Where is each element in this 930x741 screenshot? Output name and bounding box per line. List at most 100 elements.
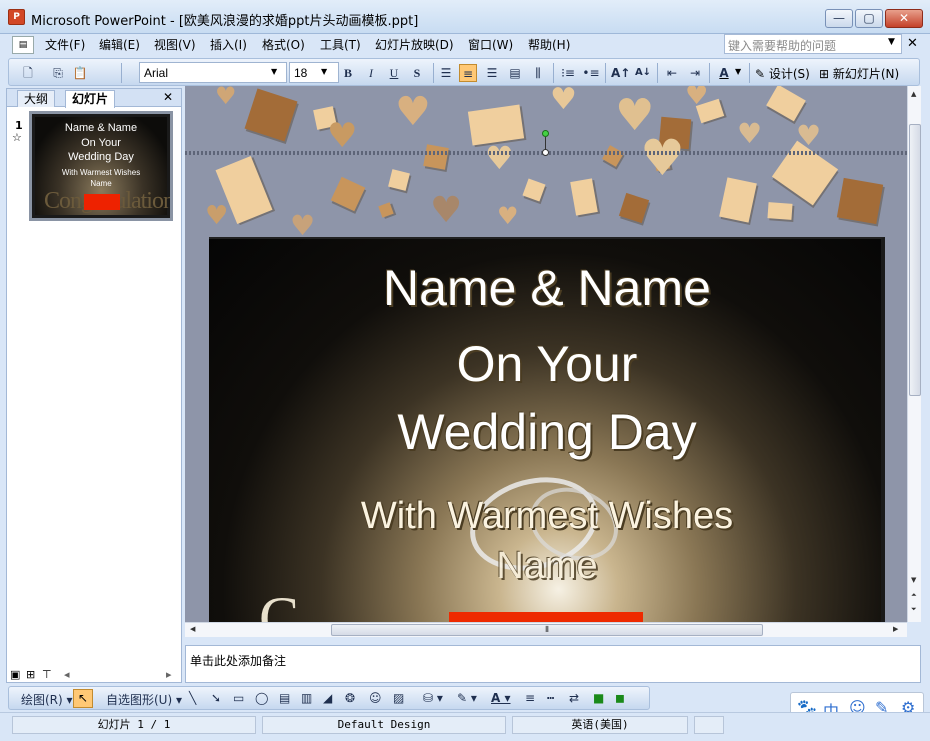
- bullet-list-icon[interactable]: •≡: [582, 64, 600, 82]
- maximize-button[interactable]: ▢: [855, 9, 883, 28]
- tab-outline[interactable]: 大纲: [17, 90, 56, 107]
- chevron-down-icon[interactable]: ▼: [888, 37, 895, 47]
- text-direction-icon[interactable]: ⫼: [529, 64, 547, 82]
- draw-menu-button[interactable]: 绘图(R) ▾: [21, 691, 73, 708]
- chevron-down-icon[interactable]: ▼: [735, 67, 741, 76]
- minimize-button[interactable]: —: [825, 9, 853, 28]
- new-slide-button[interactable]: ⊞ 新幻灯片(N): [819, 65, 899, 82]
- menu-window[interactable]: 窗口(W): [468, 36, 513, 53]
- clipart-icon[interactable]: ☺: [369, 691, 382, 705]
- menu-view[interactable]: 视图(V): [154, 36, 196, 53]
- font-color-icon[interactable]: A: [715, 64, 733, 82]
- document-close-icon[interactable]: ✕: [907, 36, 918, 51]
- help-search-input[interactable]: 键入需要帮助的问题: [724, 34, 902, 54]
- align-center-icon[interactable]: ≡: [459, 64, 477, 82]
- vertical-scroll-thumb[interactable]: [909, 124, 921, 396]
- arrow-icon[interactable]: ➘: [211, 691, 221, 705]
- font-color-icon[interactable]: A ▾: [491, 691, 511, 705]
- decor-heart: ♥: [430, 190, 463, 231]
- slide-sorter-icon[interactable]: ⊞: [26, 668, 35, 681]
- thumb-line: On Your: [81, 137, 121, 149]
- menu-help[interactable]: 帮助(H): [528, 36, 570, 53]
- picture-icon[interactable]: ▨: [393, 691, 404, 705]
- slide-on-your[interactable]: On Your: [209, 335, 885, 393]
- increase-font-icon[interactable]: A↑: [611, 64, 630, 82]
- horizontal-scrollbar[interactable]: ◀ ⦀ ▶: [185, 622, 907, 637]
- slideshow-icon[interactable]: ⊤: [42, 668, 52, 681]
- status-design[interactable]: Default Design: [262, 716, 506, 734]
- slide-wedding-day[interactable]: Wedding Day: [209, 403, 885, 461]
- slide-names-title[interactable]: Name & Name: [209, 259, 885, 317]
- justify-icon[interactable]: ▤: [506, 64, 524, 82]
- status-language[interactable]: 英语(美国): [512, 716, 688, 734]
- vertical-textbox-icon[interactable]: ▥: [301, 691, 312, 705]
- copy-icon[interactable]: ⎘: [49, 64, 67, 82]
- shadow-button[interactable]: S: [408, 64, 426, 82]
- rectangle-icon[interactable]: ▭: [233, 691, 244, 705]
- increase-indent-icon[interactable]: ⇥: [686, 64, 704, 82]
- slide-name[interactable]: Name: [209, 545, 885, 588]
- rotate-handle[interactable]: [542, 130, 549, 137]
- scroll-down-icon[interactable]: ▼: [911, 576, 916, 584]
- doc-icon[interactable]: ▤: [12, 36, 34, 54]
- resize-handle[interactable]: [542, 149, 549, 156]
- arrow-style-icon[interactable]: ⇄: [569, 691, 579, 705]
- slide-editor[interactable]: ♥ ♥ ♥ ♥ ♥ ♥ ♥ ♥ ♥ ♥ ♥ ♥ ♥ ♥ Name & Name …: [185, 86, 907, 622]
- notes-placeholder[interactable]: 单击此处添加备注: [190, 654, 286, 668]
- underline-button[interactable]: U: [385, 64, 403, 82]
- slide-wishes[interactable]: With Warmest Wishes: [209, 495, 885, 538]
- line-style-icon[interactable]: ≡: [525, 691, 535, 705]
- chevron-down-icon[interactable]: ▼: [271, 67, 277, 76]
- menu-format[interactable]: 格式(O): [262, 36, 305, 53]
- textbox-icon[interactable]: ▤: [279, 691, 290, 705]
- select-pointer-icon[interactable]: ↖: [73, 689, 93, 708]
- design-button[interactable]: ✎ 设计(S): [755, 65, 810, 82]
- view-buttons: ▣ ⊞ ⊤ ◂ ▸: [6, 668, 182, 684]
- numbered-list-icon[interactable]: ⁝≡: [559, 64, 577, 82]
- diagram-icon[interactable]: ❂: [345, 691, 355, 705]
- autoshapes-button[interactable]: 自选图形(U) ▾: [106, 691, 182, 708]
- notes-pane[interactable]: 单击此处添加备注: [185, 645, 921, 683]
- scroll-left-icon[interactable]: ◀: [190, 625, 195, 633]
- menu-slideshow[interactable]: 幻灯片放映(D): [375, 36, 454, 53]
- slide-thumbnail[interactable]: Name & Name On Your Wedding Day With War…: [29, 111, 173, 221]
- oval-icon[interactable]: ◯: [255, 691, 268, 705]
- line-color-icon[interactable]: ✎ ▾: [457, 691, 477, 705]
- scroll-left-icon[interactable]: ◂: [64, 668, 70, 681]
- font-name-select[interactable]: Arial: [139, 62, 287, 83]
- shadow-style-icon[interactable]: ■: [593, 691, 604, 705]
- menu-edit[interactable]: 编辑(E): [99, 36, 140, 53]
- align-right-icon[interactable]: ☰: [483, 64, 501, 82]
- vertical-scrollbar[interactable]: ▲ ▼ ⏶ ⏷: [907, 86, 921, 622]
- menu-file[interactable]: 文件(F): [45, 36, 85, 53]
- close-icon[interactable]: ✕: [163, 90, 173, 104]
- decrease-font-icon[interactable]: A↓: [634, 64, 652, 82]
- chevron-down-icon[interactable]: ▼: [321, 67, 327, 76]
- menu-insert[interactable]: 插入(I): [210, 36, 247, 53]
- scroll-right-icon[interactable]: ▶: [893, 625, 898, 633]
- close-button[interactable]: ✕: [885, 9, 923, 28]
- decor-square: [618, 192, 650, 224]
- italic-button[interactable]: I: [362, 64, 380, 82]
- powerpoint-icon[interactable]: P: [8, 9, 25, 25]
- wordart-icon[interactable]: ◢: [323, 691, 332, 705]
- tab-slides[interactable]: 幻灯片: [65, 90, 116, 108]
- dash-style-icon[interactable]: ┅: [547, 691, 554, 705]
- decrease-indent-icon[interactable]: ⇤: [663, 64, 681, 82]
- scroll-right-icon[interactable]: ▸: [166, 668, 172, 681]
- align-left-icon[interactable]: ☰: [437, 64, 455, 82]
- line-icon[interactable]: ╲: [189, 691, 196, 705]
- menu-tools[interactable]: 工具(T): [320, 36, 361, 53]
- new-document-icon[interactable]: 🗋: [19, 64, 37, 82]
- font-size-select[interactable]: 18: [289, 62, 339, 83]
- paste-icon[interactable]: 📋: [71, 64, 89, 82]
- bold-button[interactable]: B: [339, 64, 357, 82]
- next-slide-icon[interactable]: ⏷: [911, 605, 917, 614]
- slide-canvas[interactable]: Name & Name On Your Wedding Day With War…: [209, 237, 885, 622]
- scroll-up-icon[interactable]: ▲: [911, 90, 916, 98]
- horizontal-scroll-thumb[interactable]: ⦀: [331, 624, 763, 636]
- previous-slide-icon[interactable]: ⏶: [911, 591, 917, 600]
- 3d-style-icon[interactable]: ◼: [615, 691, 625, 705]
- fill-color-icon[interactable]: ⛁ ▾: [423, 691, 443, 705]
- normal-view-icon[interactable]: ▣: [10, 668, 20, 681]
